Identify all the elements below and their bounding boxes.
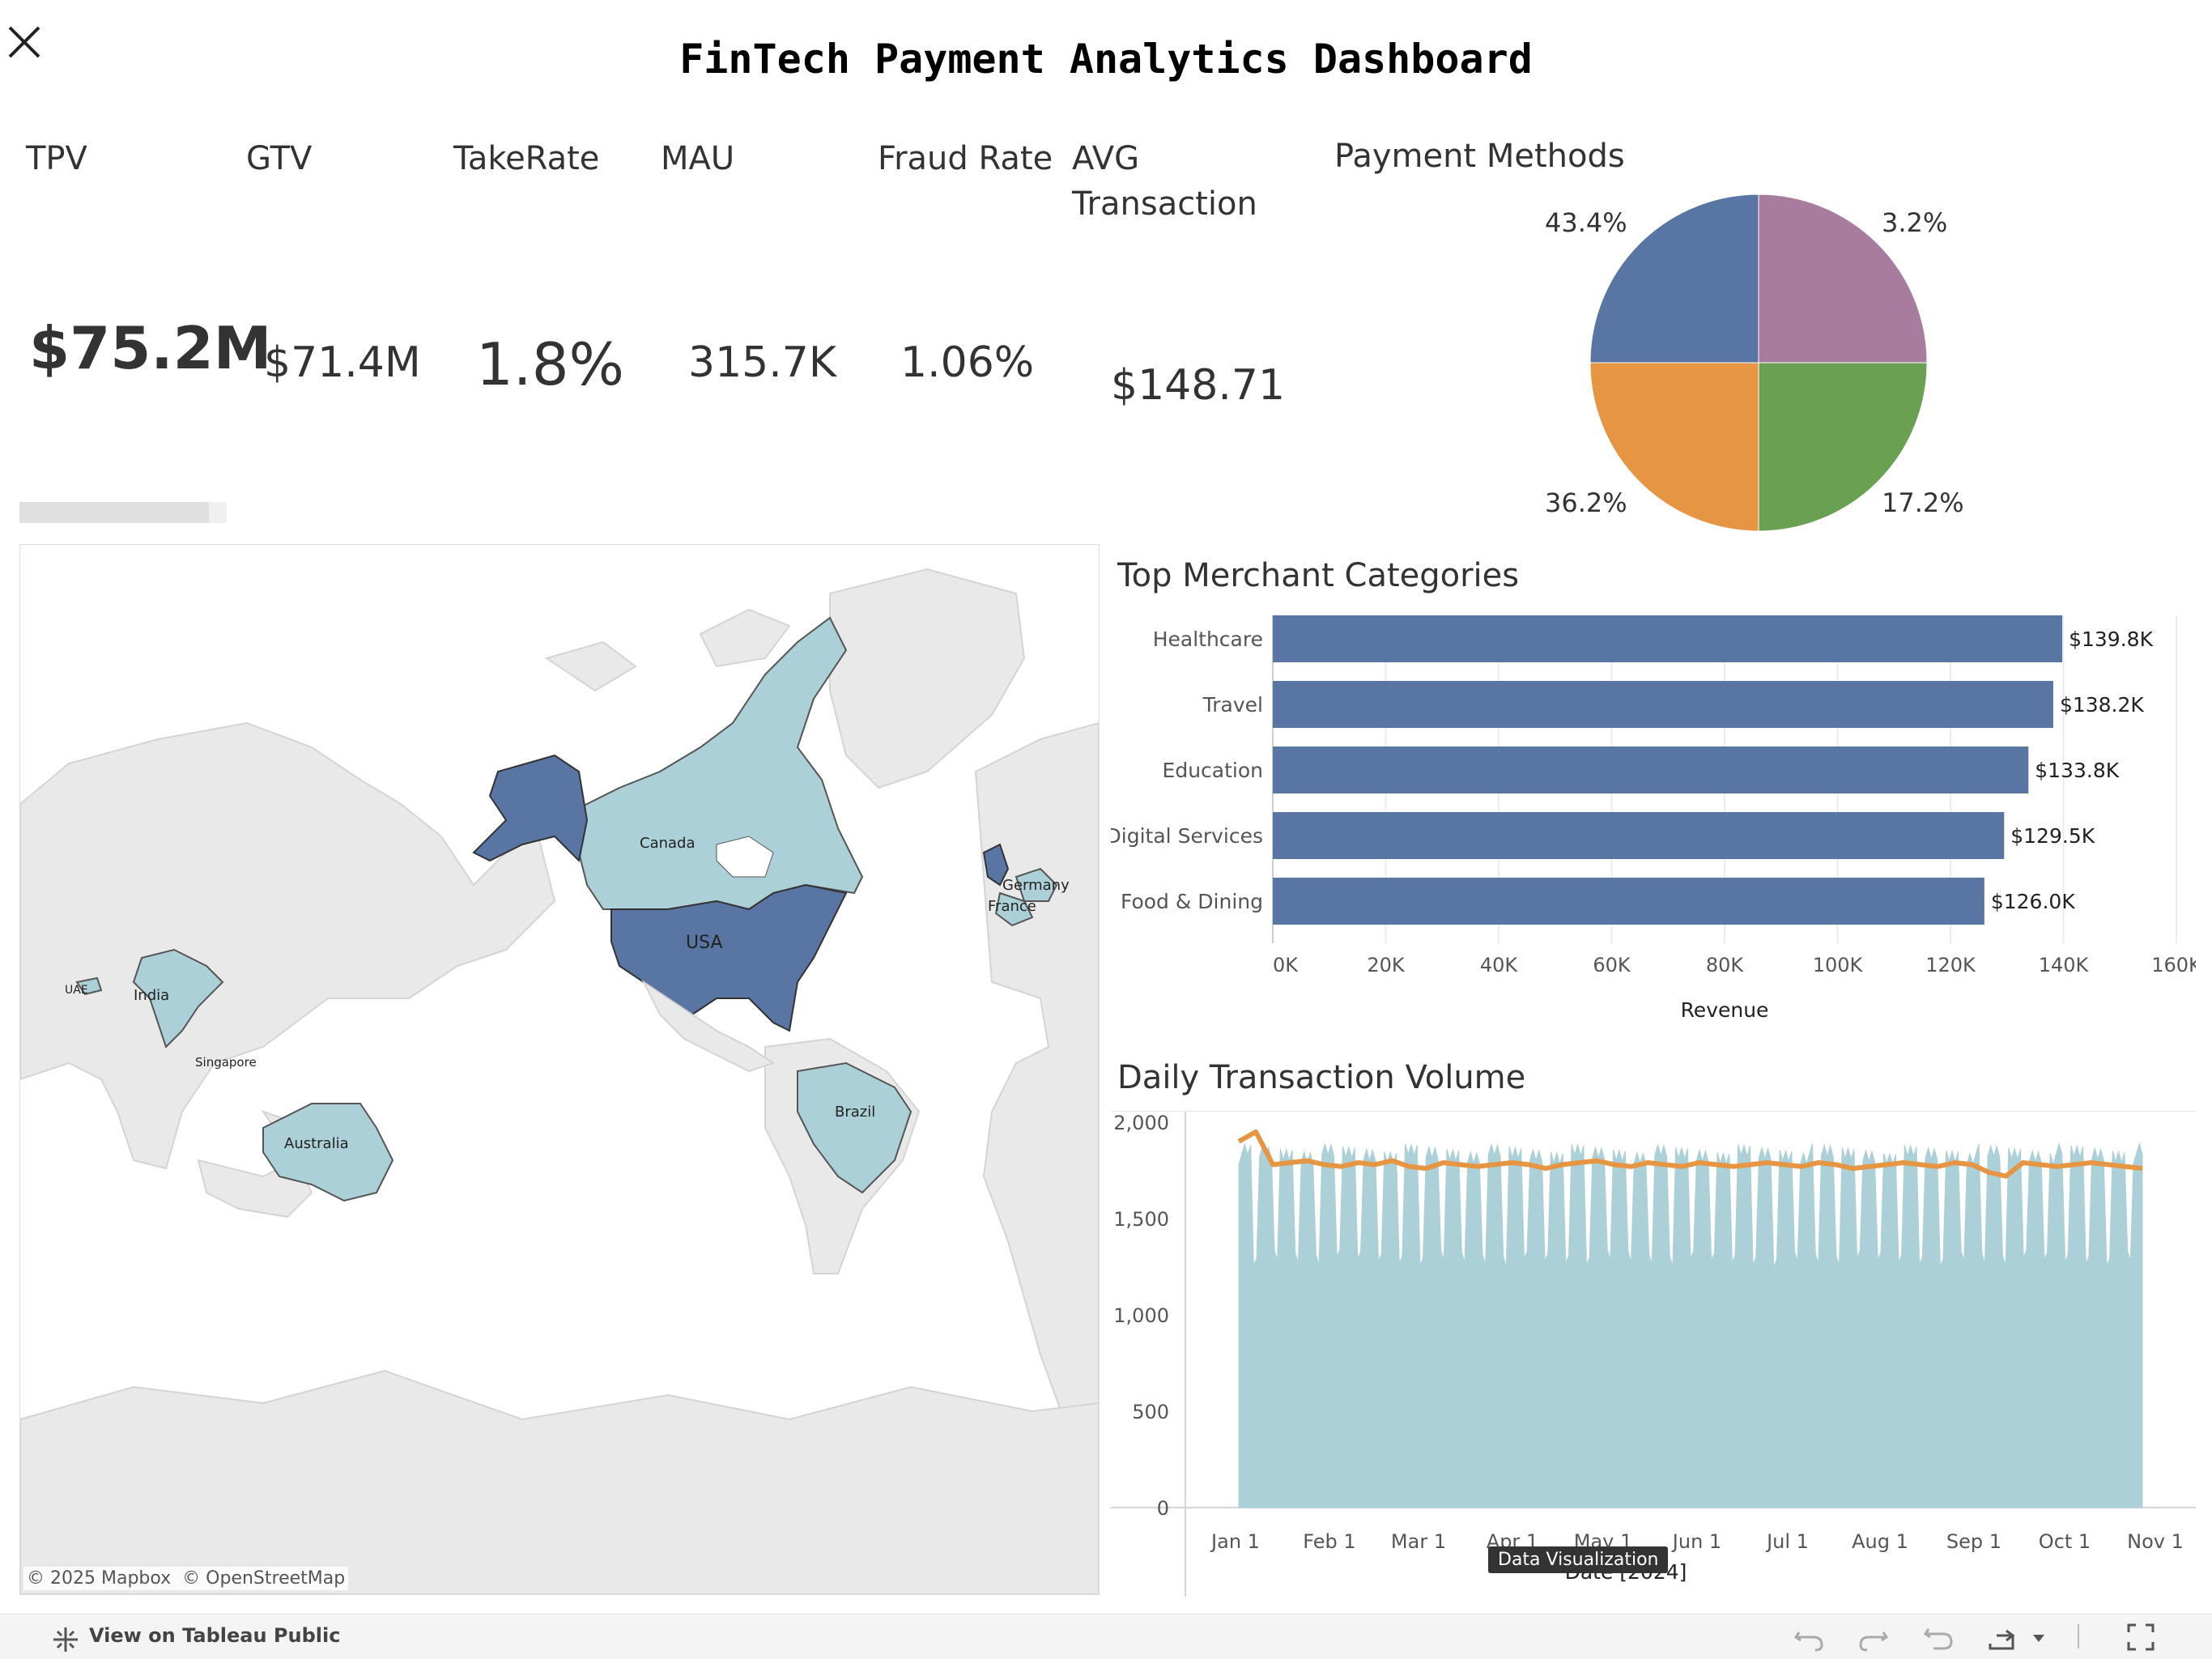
bar-value-label: $138.2K [2060,693,2144,717]
world-map[interactable]: Canada USA Germany France UAE India Sing… [19,544,1100,1595]
map-label-france: France [988,898,1036,915]
tooltip: Data Visualization [1488,1546,1669,1573]
kpi-label-mau: MAU [661,140,735,177]
x-tick-label: Sep 1 [1946,1530,2001,1553]
y-tick-label: 500 [1132,1401,1169,1423]
x-tick-label: 120K [1925,954,1976,976]
x-tick-label: 20K [1367,954,1406,976]
kpi-label-gtv: GTV [246,140,313,177]
redo-icon[interactable] [1857,1624,1890,1653]
category-label: Food & Dining [1121,890,1263,913]
mapbox-attribution[interactable]: © 2025 Mapbox [27,1568,171,1589]
x-tick-label: Nov 1 [2127,1530,2184,1553]
payment-methods-pie-chart[interactable]: 43.4% 3.2% 17.2% 36.2% [1538,178,2024,551]
kpi-label-tpv: TPV [26,140,87,177]
fullscreen-icon[interactable] [2126,1623,2155,1652]
map-label-brazil: Brazil [835,1104,875,1121]
bar[interactable] [1273,681,2053,728]
kpi-label-fraud-rate: Fraud Rate [878,140,1053,177]
x-tick-label: Oct 1 [2039,1530,2091,1553]
x-tick-label: 100K [1813,954,1864,976]
map-label-germany: Germany [1002,877,1070,894]
bar-value-label: $126.0K [1991,890,2075,913]
view-on-tableau-link[interactable]: View on Tableau Public [89,1624,340,1647]
footer-toolbar: View on Tableau Public [0,1614,2212,1659]
kpi-value-fraud-rate: 1.06% [900,338,1035,387]
scrollbar-thumb[interactable] [19,502,209,523]
pie-label-36-2: 36.2% [1545,487,1627,518]
volume-area[interactable] [1238,1142,2143,1508]
y-tick-label: 1,500 [1113,1208,1169,1231]
bar[interactable] [1273,747,2029,793]
y-tick-label: 1,000 [1113,1304,1169,1327]
x-tick-label: 140K [2039,954,2090,976]
osm-attribution[interactable]: © OpenStreetMap [182,1568,345,1589]
x-tick-label: Aug 1 [1852,1530,1908,1553]
category-label: Digital Services [1111,824,1263,848]
map-label-singapore: Singapore [195,1055,257,1070]
world-map-canvas[interactable]: Canada USA Germany France UAE India Sing… [20,545,1099,1594]
share-icon[interactable] [1985,1624,2018,1653]
map-label-australia: Australia [284,1135,349,1152]
kpi-value-takerate: 1.8% [476,330,624,398]
y-tick-label: 0 [1157,1497,1169,1520]
bar-value-label: $139.8K [2069,627,2153,651]
x-tick-label: 0K [1273,954,1299,976]
kpi-label-takerate: TakeRate [453,140,600,177]
x-tick-label: 40K [1480,954,1519,976]
bar-value-label: $133.8K [2035,759,2119,782]
bar-value-label: $129.5K [2010,824,2095,848]
x-tick-label: Feb 1 [1303,1530,1355,1553]
map-attribution: © 2025 Mapbox © OpenStreetMap [23,1567,349,1590]
pie-label-43-4: 43.4% [1545,207,1627,238]
kpi-value-avg-transaction: $148.71 [1111,361,1286,410]
tableau-icon [53,1627,78,1652]
category-label: Education [1163,759,1263,782]
map-label-india: India [134,987,169,1004]
x-tick-label: 80K [1706,954,1745,976]
x-tick-label: 160K [2151,954,2196,976]
x-tick-label: Jun 1 [1671,1530,1721,1553]
bar[interactable] [1273,812,2005,859]
daily-volume-area-chart[interactable]: 05001,0001,5002,000Jan 1 Feb 1 Mar 1 Apr 1M… [1111,1111,2196,1597]
toolbar-divider [2078,1624,2079,1648]
pie-label-3-2: 3.2% [1882,207,1947,238]
category-label: Travel [1202,693,1263,717]
dashboard-title: FinTech Payment Analytics Dashboard [679,36,1533,83]
chevron-down-icon[interactable] [2031,1631,2047,1647]
x-tick-label: 60K [1593,954,1631,976]
kpi-value-mau: 315.7K [688,338,836,387]
category-label: Healthcare [1153,627,1263,651]
bar[interactable] [1273,615,2063,662]
revert-icon[interactable] [1922,1624,1955,1653]
kpi-value-gtv: $71.4M [264,338,421,387]
x-tick-label: Jul 1 [1765,1530,1809,1553]
kpi-label-avg-transaction: AVG Transaction [1072,140,1257,223]
x-tick-label: Mar 1 [1391,1530,1446,1553]
y-tick-label: 2,000 [1113,1112,1169,1134]
horizontal-scrollbar[interactable] [19,502,227,523]
merchant-categories-bar-chart[interactable]: 0K 20K 40K 60K 80K 100K 120K 140K 160K Healthcare… [1111,607,2196,1028]
map-label-usa: USA [686,933,723,953]
payment-methods-title: Payment Methods [1334,138,1625,175]
merchant-categories-title: Top Merchant Categories [1117,557,1520,594]
x-axis-title: Revenue [1681,998,1769,1022]
daily-volume-title: Daily Transaction Volume [1117,1059,1526,1096]
bar[interactable] [1273,878,1984,925]
pie-label-17-2: 17.2% [1882,487,1964,518]
x-tick-label: Jan 1 [1210,1530,1260,1553]
map-label-uae: UAE [65,984,88,997]
map-label-canada: Canada [640,835,696,852]
kpi-value-tpv: $75.2M [29,314,272,382]
undo-icon[interactable] [1793,1624,1825,1653]
